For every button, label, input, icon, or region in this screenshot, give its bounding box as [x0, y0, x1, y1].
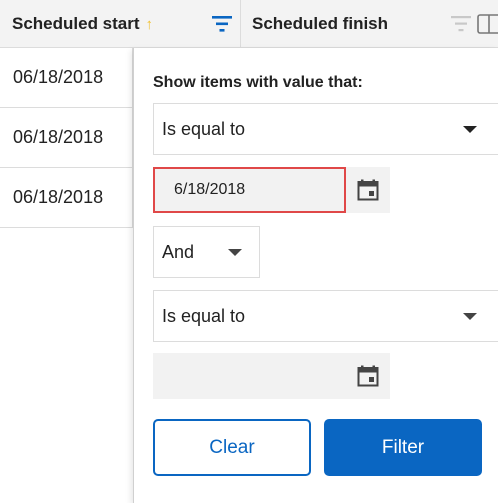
- condition-select-value: Is equal to: [162, 118, 246, 139]
- calendar-button-1[interactable]: [346, 167, 390, 213]
- clear-button[interactable]: Clear: [153, 419, 311, 476]
- column-header-label: Scheduled start: [12, 14, 140, 33]
- column-header-scheduled-start[interactable]: Scheduled start ↑: [0, 0, 241, 48]
- chevron-down-icon: [228, 249, 242, 256]
- panel-toggle-icon[interactable]: [477, 14, 498, 34]
- date-input-2[interactable]: [153, 353, 346, 399]
- column-header-label: Scheduled finish: [252, 14, 389, 33]
- filter-button[interactable]: Filter: [324, 419, 482, 476]
- filter-popup: Show items with value that: Is equal to …: [133, 48, 498, 503]
- filter-title: Show items with value that:: [153, 74, 363, 91]
- table-cell[interactable]: 06/18/2018: [0, 48, 133, 108]
- condition-select-value: Is equal to: [162, 305, 246, 326]
- condition-select-2[interactable]: Is equal to: [153, 290, 498, 342]
- operator-select[interactable]: And: [153, 226, 260, 278]
- date-input-value: 6/18/2018: [174, 181, 246, 198]
- calendar-icon: [357, 365, 379, 387]
- grid-header: Scheduled start ↑ Scheduled finish: [0, 0, 498, 48]
- filter-icon[interactable]: [451, 15, 471, 33]
- filter-icon[interactable]: [212, 15, 232, 33]
- condition-select-1[interactable]: Is equal to: [153, 103, 498, 155]
- sort-ascending-icon: ↑: [145, 15, 154, 33]
- date-input-1[interactable]: 6/18/2018: [153, 167, 346, 213]
- calendar-button-2[interactable]: [346, 353, 390, 399]
- table-cell[interactable]: 06/18/2018: [0, 108, 133, 168]
- chevron-down-icon: [463, 313, 477, 320]
- calendar-icon: [357, 179, 379, 201]
- operator-value: And: [162, 241, 195, 262]
- table-cell[interactable]: 06/18/2018: [0, 168, 133, 228]
- chevron-down-icon: [463, 126, 477, 133]
